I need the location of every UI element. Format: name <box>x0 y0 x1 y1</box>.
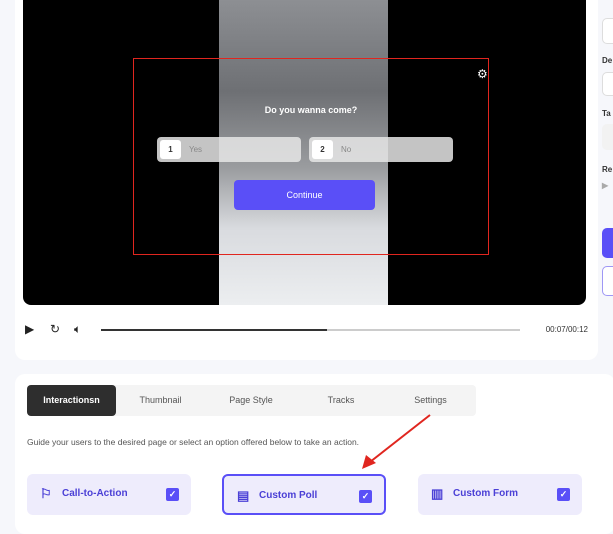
right-primary-button[interactable] <box>602 228 613 258</box>
checkbox[interactable]: ✓ <box>359 490 372 503</box>
option-call-to-action[interactable]: ⚐ Call-to-Action ✓ <box>27 474 191 515</box>
settings-sliders-icon[interactable]: ⚙ <box>477 67 488 81</box>
tab-bar: Interactionsn Thumbnail Page Style Track… <box>27 385 476 416</box>
continue-button[interactable]: Continue <box>234 180 375 210</box>
tab-page-style[interactable]: Page Style <box>205 385 297 416</box>
right-label: Re <box>602 165 613 174</box>
progress-bar[interactable] <box>101 329 520 331</box>
option-label: Call-to-Action <box>62 488 128 499</box>
right-label: Ta <box>602 109 611 118</box>
tab-interactions[interactable]: Interactionsn <box>27 385 116 416</box>
poll-question: Do you wanna come? <box>264 105 358 115</box>
right-input[interactable] <box>602 18 613 44</box>
option-label: Custom Poll <box>259 490 318 501</box>
tab-tracks[interactable]: Tracks <box>297 385 385 416</box>
description: Guide your users to the desired page or … <box>27 437 360 447</box>
poll-option-yes[interactable]: 1 Yes <box>157 137 301 162</box>
play-icon[interactable]: ▶ <box>602 181 608 190</box>
option-number: 1 <box>160 140 181 159</box>
player-controls: ▶ ↻ 🔈︎ 00:07/00:12 <box>23 322 588 340</box>
flag-icon: ⚐ <box>40 486 52 501</box>
volume-icon[interactable]: 🔈︎ <box>74 322 81 337</box>
time-display: 00:07/00:12 <box>545 325 588 334</box>
checkbox[interactable]: ✓ <box>166 488 179 501</box>
checkbox[interactable]: ✓ <box>557 488 570 501</box>
option-label: Yes <box>189 145 203 154</box>
poll-overlay: ⚙ Do you wanna come? 1 Yes 2 No Continue <box>133 58 489 255</box>
option-number: 2 <box>312 140 333 159</box>
option-custom-form[interactable]: ▥ Custom Form ✓ <box>418 474 582 515</box>
tab-thumbnail[interactable]: Thumbnail <box>116 385 205 416</box>
option-label: Custom Form <box>453 488 518 499</box>
poll-icon: ▤ <box>237 488 250 503</box>
tab-settings[interactable]: Settings <box>385 385 476 416</box>
right-secondary-button[interactable] <box>602 266 613 296</box>
right-input[interactable] <box>602 124 613 150</box>
right-input[interactable] <box>602 72 613 96</box>
option-label: No <box>341 145 352 154</box>
progress-fill <box>101 329 328 331</box>
play-icon[interactable]: ▶ <box>25 322 34 336</box>
right-label: De <box>602 56 613 65</box>
replay-icon[interactable]: ↻ <box>50 322 60 336</box>
poll-option-no[interactable]: 2 No <box>309 137 453 162</box>
form-icon: ▥ <box>431 486 444 501</box>
option-custom-poll[interactable]: ▤ Custom Poll ✓ <box>222 474 386 515</box>
